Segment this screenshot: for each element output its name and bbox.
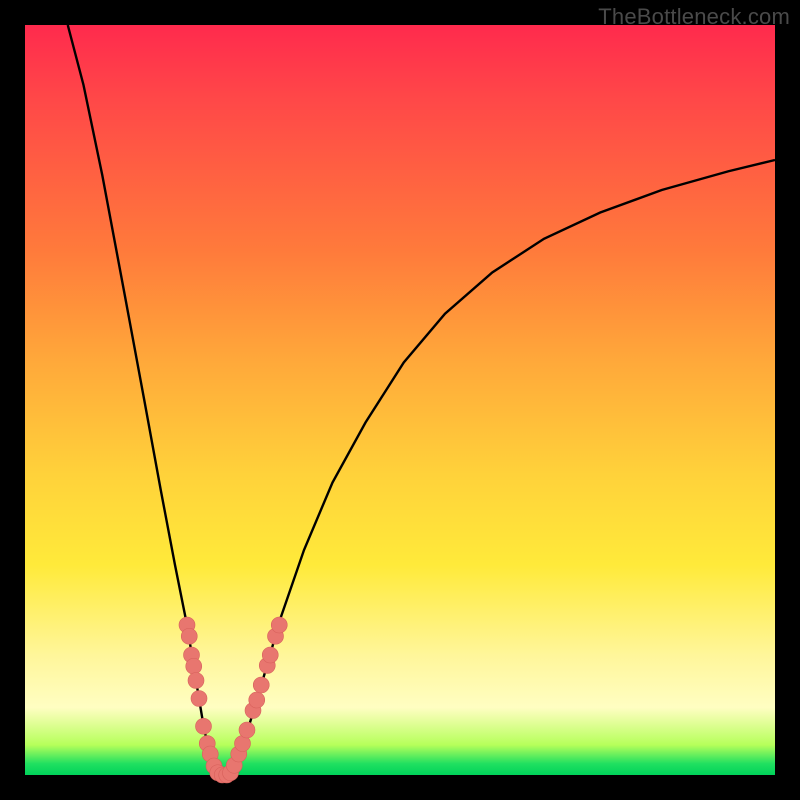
data-marker bbox=[191, 691, 207, 707]
data-marker bbox=[196, 718, 212, 734]
data-marker bbox=[188, 673, 204, 689]
data-marker bbox=[253, 677, 269, 693]
data-marker bbox=[186, 658, 202, 674]
data-marker bbox=[271, 617, 287, 633]
data-marker bbox=[239, 722, 255, 738]
chart-svg bbox=[25, 25, 775, 775]
data-marker bbox=[181, 628, 197, 644]
data-marker bbox=[262, 647, 278, 663]
plot-area bbox=[25, 25, 775, 775]
marker-group bbox=[179, 617, 287, 783]
data-marker bbox=[249, 692, 265, 708]
bottleneck-curve bbox=[68, 25, 775, 775]
watermark-text: TheBottleneck.com bbox=[598, 4, 790, 30]
chart-frame: TheBottleneck.com bbox=[0, 0, 800, 800]
